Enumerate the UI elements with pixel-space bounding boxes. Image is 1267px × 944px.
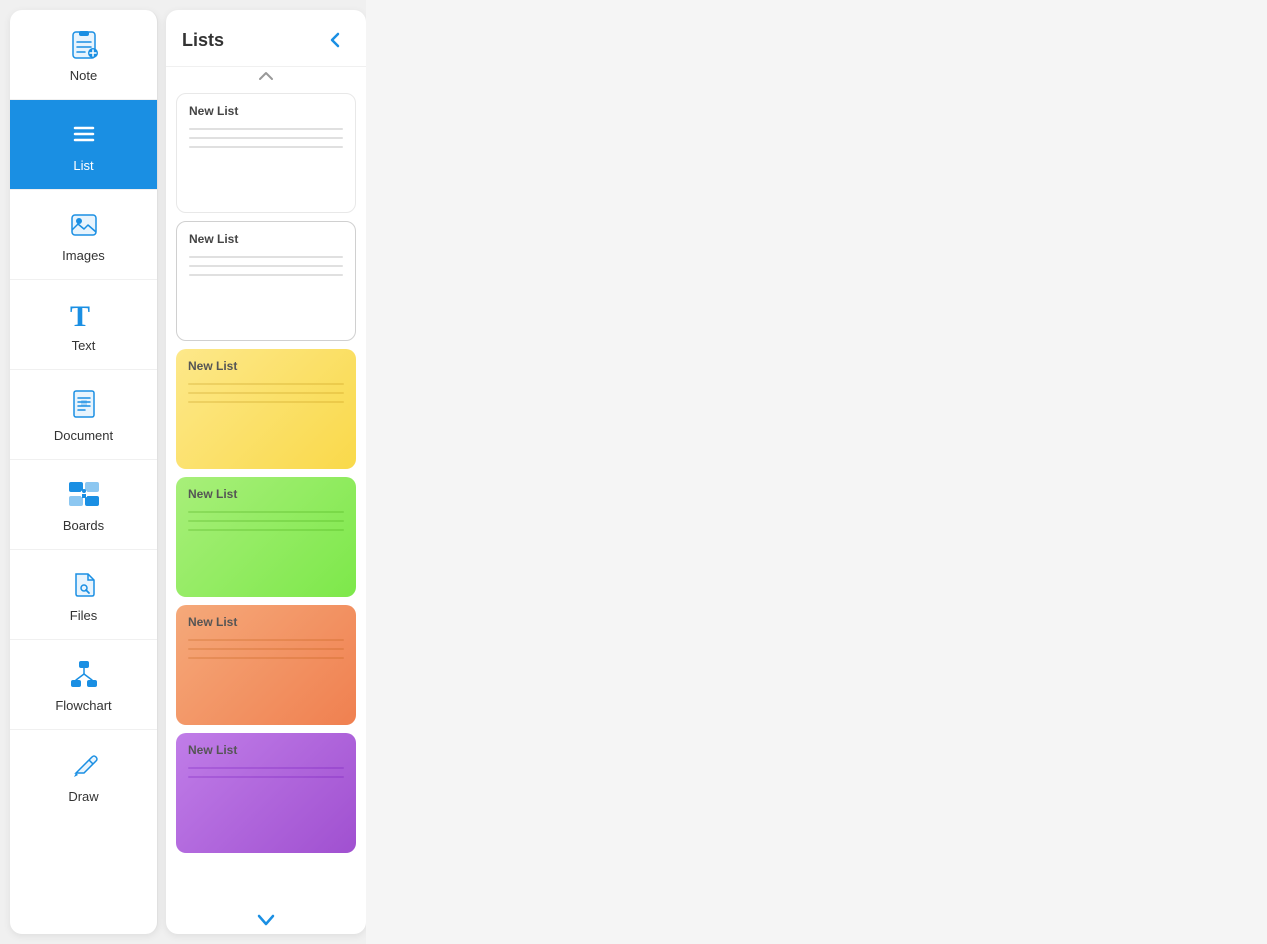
list-line: [189, 274, 343, 276]
list-card-3-title: New List: [188, 359, 344, 373]
list-line: [189, 128, 343, 130]
sidebar-item-files-label: Files: [70, 608, 97, 623]
scroll-down-button[interactable]: [166, 906, 366, 934]
document-icon: [66, 386, 102, 422]
list-line: [188, 401, 344, 403]
list-line: [188, 529, 344, 531]
sidebar-item-list[interactable]: List: [10, 100, 157, 190]
list-card-5[interactable]: New List: [176, 605, 356, 725]
sidebar-item-note[interactable]: Note: [10, 10, 157, 100]
sidebar-item-draw[interactable]: Draw: [10, 730, 157, 820]
list-card-3[interactable]: New List: [176, 349, 356, 469]
list-card-5-title: New List: [188, 615, 344, 629]
flowchart-icon: [66, 656, 102, 692]
list-line: [189, 265, 343, 267]
panel-header: Lists: [166, 10, 366, 67]
sidebar-item-document-label: Document: [54, 428, 113, 443]
list-line: [188, 657, 344, 659]
list-card-2-title: New List: [189, 232, 343, 246]
sidebar-item-flowchart[interactable]: Flowchart: [10, 640, 157, 730]
list-line: [189, 146, 343, 148]
list-line: [189, 256, 343, 258]
list-card-4-title: New List: [188, 487, 344, 501]
note-icon: [66, 26, 102, 62]
sidebar-item-document[interactable]: Document: [10, 370, 157, 460]
main-content: [366, 0, 1267, 944]
list-line: [188, 520, 344, 522]
images-icon: [66, 206, 102, 242]
sidebar-item-text[interactable]: T Text: [10, 280, 157, 370]
list-card-6[interactable]: New List: [176, 733, 356, 853]
list-line: [188, 648, 344, 650]
sidebar-item-list-label: List: [73, 158, 93, 173]
list-line: [188, 767, 344, 769]
list-line: [189, 137, 343, 139]
sidebar-item-boards-label: Boards: [63, 518, 104, 533]
sidebar-item-images-label: Images: [62, 248, 105, 263]
text-icon: T: [66, 296, 102, 332]
list-icon: [66, 116, 102, 152]
files-icon: [66, 566, 102, 602]
list-card-1[interactable]: New List: [176, 93, 356, 213]
list-card-1-title: New List: [189, 104, 343, 118]
lists-panel: Lists New List New List New List: [166, 10, 366, 934]
sidebar-item-images[interactable]: Images: [10, 190, 157, 280]
panel-title: Lists: [182, 30, 224, 51]
panel-content: New List New List New List New List: [166, 85, 366, 906]
list-line: [188, 776, 344, 778]
sidebar-item-files[interactable]: Files: [10, 550, 157, 640]
scroll-up-button[interactable]: [166, 67, 366, 85]
sidebar-item-note-label: Note: [70, 68, 97, 83]
list-card-6-title: New List: [188, 743, 344, 757]
list-card-4[interactable]: New List: [176, 477, 356, 597]
boards-icon: [66, 476, 102, 512]
list-line: [188, 392, 344, 394]
list-line: [188, 639, 344, 641]
sidebar-item-draw-label: Draw: [68, 789, 98, 804]
sidebar-item-flowchart-label: Flowchart: [55, 698, 111, 713]
panel-back-button[interactable]: [322, 26, 350, 54]
svg-text:T: T: [70, 300, 90, 332]
sidebar-item-boards[interactable]: Boards: [10, 460, 157, 550]
sidebar: Note List Images T Text: [10, 10, 158, 934]
draw-icon: [66, 747, 102, 783]
list-line: [188, 511, 344, 513]
list-line: [188, 383, 344, 385]
list-card-2[interactable]: New List: [176, 221, 356, 341]
sidebar-item-text-label: Text: [72, 338, 96, 353]
